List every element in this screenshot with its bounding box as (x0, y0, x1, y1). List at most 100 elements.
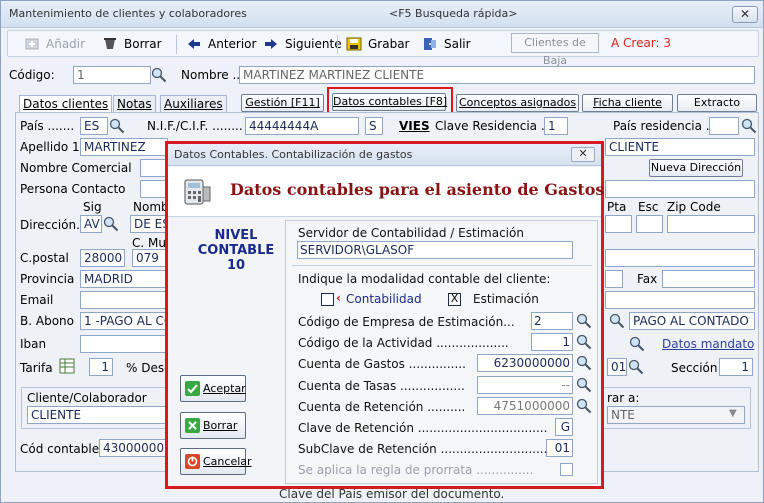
codigo-field[interactable]: 1 (73, 66, 151, 84)
borrar-dialog-label: Borrar (203, 419, 238, 432)
search-icon[interactable] (629, 336, 645, 352)
forma-pago-field[interactable]: PAGO AL CONTADO (629, 312, 755, 330)
tab-datos-clientes[interactable]: Datos clientes (19, 95, 113, 112)
grabar-button[interactable]: Grabar (346, 36, 410, 53)
zona-field[interactable]: 01 (607, 358, 627, 376)
search-icon[interactable] (628, 359, 644, 375)
clientes-baja-button[interactable]: Clientes de Baja (511, 33, 599, 67)
provincia-field[interactable]: MADRID (80, 270, 168, 288)
telefono-field[interactable] (605, 270, 623, 288)
dialog-heading: Datos contables para el asiento de Gasto… (230, 180, 605, 199)
email-field[interactable] (80, 291, 168, 309)
pais-field[interactable]: ES (80, 117, 108, 135)
nombre-field[interactable]: MARTINEZ MARTINEZ CLIENTE (239, 66, 755, 84)
nueva-direccion-button[interactable]: Nueva Dirección (649, 159, 743, 177)
fax-field[interactable] (662, 270, 755, 288)
search-icon[interactable] (151, 67, 167, 83)
codigo-actividad-field[interactable]: 1 (531, 333, 573, 351)
search-icon[interactable] (609, 313, 625, 329)
cod-contable-field[interactable]: 430000000 (99, 439, 168, 457)
esc-field[interactable] (636, 215, 663, 233)
search-icon[interactable] (576, 313, 592, 329)
search-icon[interactable] (576, 377, 592, 393)
datos-contables-button[interactable]: Datos contables [F8] (332, 93, 447, 111)
zip-code-label: Zip Code (667, 200, 721, 214)
add-icon (25, 38, 39, 50)
vies-link[interactable]: VIES (399, 119, 430, 133)
esc-label: Esc (638, 200, 659, 214)
siguiente-button[interactable]: Siguiente (263, 36, 342, 53)
apellido2-field-tail[interactable]: CLIENTE (605, 138, 755, 156)
iban-field[interactable] (80, 335, 168, 353)
search-icon[interactable] (109, 118, 125, 134)
search-icon[interactable] (103, 216, 119, 232)
subclave-retencion-label: SubClave de Retención ..................… (298, 442, 552, 456)
estimacion-checkbox[interactable]: X (448, 293, 461, 306)
grabar-label: Grabar (368, 37, 410, 51)
cuenta-retencion-field[interactable]: 4751000000 (477, 397, 573, 415)
aceptar-button[interactable]: Aceptar (180, 375, 246, 402)
seccion-field[interactable]: 1 (719, 358, 753, 376)
datos-mandato-link[interactable]: Datos mandato (662, 337, 754, 351)
subclave-retencion-field[interactable]: 01 (546, 439, 573, 457)
facturar-select[interactable]: NTE (607, 406, 745, 424)
babono-field[interactable]: 1 -PAGO AL CO (80, 312, 168, 330)
cliente-colaborador-label: Cliente/Colaborador (27, 391, 147, 405)
municipio-label: C. Mu (132, 236, 166, 250)
ficha-cliente-button[interactable]: Ficha cliente (582, 94, 673, 112)
nombre-comercial-field[interactable] (140, 159, 168, 177)
toolbar-separator (337, 35, 338, 54)
s-field[interactable]: S (365, 117, 383, 135)
babono-label: B. Abono (20, 314, 74, 328)
codigo-empresa-label: Código de Empresa de Estimación... (298, 315, 515, 329)
search-icon[interactable] (576, 398, 592, 414)
email-field-tail[interactable] (605, 291, 755, 309)
clave-residencia-label: Clave Residencia .. (435, 119, 549, 133)
search-icon[interactable] (576, 355, 592, 371)
tarifa-grid-icon[interactable] (59, 358, 75, 374)
municipio-field-tail[interactable] (605, 249, 755, 267)
salir-button[interactable]: Salir (422, 36, 471, 53)
pais-residencia-field[interactable] (709, 117, 739, 135)
search-icon[interactable] (576, 334, 592, 350)
direccion-field[interactable]: DE ES (130, 215, 168, 233)
eraser-icon (104, 38, 116, 49)
sig-field[interactable]: AV (80, 215, 102, 233)
pais-label: País ....... (20, 119, 75, 133)
tab-notas[interactable]: Notas (113, 95, 156, 112)
cancelar-button[interactable]: Cancelar (180, 448, 252, 475)
prorrata-checkbox[interactable] (560, 463, 573, 476)
borrar-dialog-button[interactable]: Borrar (180, 412, 246, 439)
persona-contacto-field-tail[interactable] (605, 180, 755, 198)
municipio-field[interactable]: 079 (132, 249, 168, 267)
contabilidad-checkbox[interactable] (321, 293, 334, 306)
dialog-close-button[interactable]: ✕ (571, 147, 595, 162)
pta-field[interactable] (605, 215, 632, 233)
cuenta-tasas-field[interactable]: -- (477, 376, 573, 394)
nif-field[interactable]: 44444444A (245, 117, 359, 135)
anadir-button[interactable]: Añadir (24, 36, 85, 53)
dialog-title-bar: Datos Contables. Contabilización de gast… (168, 144, 601, 166)
persona-contacto-field[interactable] (140, 180, 168, 198)
cpostal-field[interactable]: 28000 (80, 249, 125, 267)
tarifa-field[interactable]: 1 (89, 358, 113, 376)
zip-code-field[interactable] (667, 215, 755, 233)
chevron-down-icon[interactable]: ▼ (729, 408, 737, 419)
extracto-button[interactable]: Extracto (677, 94, 757, 112)
codigo-empresa-field[interactable]: 2 (531, 312, 573, 330)
clave-residencia-field[interactable]: 1 (544, 117, 568, 135)
borrar-button[interactable]: Borrar (102, 36, 162, 53)
anterior-button[interactable]: Anterior (186, 36, 256, 53)
clave-retencion-field[interactable]: G (555, 418, 573, 436)
cuenta-gastos-field[interactable]: 6230000000 (477, 354, 573, 372)
gestion-button[interactable]: Gestión [F11] (241, 94, 324, 112)
conceptos-asignados-button[interactable]: Conceptos asignados (456, 94, 579, 112)
siguiente-label: Siguiente (285, 37, 342, 51)
search-icon[interactable] (741, 118, 757, 134)
tab-auxiliares[interactable]: Auxiliares (160, 95, 227, 112)
servidor-field[interactable]: SERVIDOR\GLASOF (297, 241, 573, 259)
cliente-colaborador-select[interactable]: CLIENTE (27, 406, 167, 424)
apellido1-field[interactable]: MARTINEZ (80, 138, 168, 156)
window-close-button[interactable]: ✕ (732, 6, 758, 23)
seccion-label: Sección (671, 361, 718, 375)
